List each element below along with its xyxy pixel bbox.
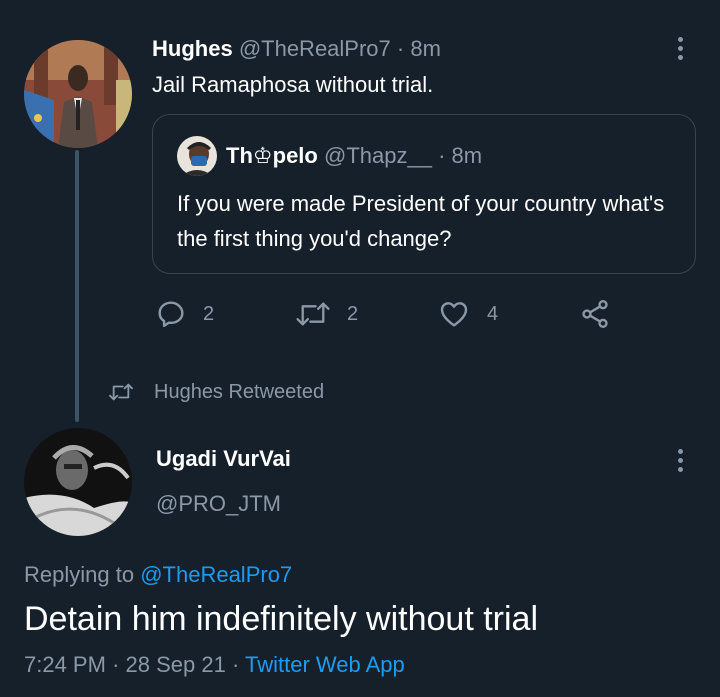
thread-line (75, 150, 79, 422)
quoted-author-handle: @Thapz__ (323, 143, 432, 168)
heart-icon (440, 302, 468, 327)
replying-to: Replying to @TheRealPro7 (24, 562, 292, 588)
tweet-header: Hughes @TheRealPro7 · 8m (152, 36, 441, 62)
share-icon (582, 300, 608, 328)
detail-tweet-text: Detain him indefinitely without trial (24, 600, 539, 638)
avatar-hughes[interactable] (24, 40, 132, 148)
author-handle[interactable]: @TheRealPro7 (239, 36, 391, 61)
action-bar: 2 2 4 (155, 296, 625, 332)
quoted-time: 8m (451, 143, 483, 168)
tweet-meta: 7:24 PM · 28 Sep 21 · Twitter Web App (24, 652, 405, 677)
retweet-icon (296, 302, 330, 326)
reply-count: 2 (203, 302, 215, 325)
quoted-header: Th♔pelo @Thapz__ · 8m (226, 143, 482, 169)
more-dots-icon (677, 36, 683, 42)
quoted-author-name: Th♔pelo (226, 143, 318, 168)
reply-button[interactable]: 2 (155, 296, 214, 332)
detail-author-handle[interactable]: @PRO_JTM (156, 491, 281, 517)
retweet-button[interactable]: 2 (295, 296, 358, 332)
crown-glyph: ♔ (252, 143, 273, 168)
like-button[interactable]: 4 (437, 296, 498, 332)
more-options-button[interactable] (668, 440, 692, 480)
share-button[interactable] (579, 296, 611, 332)
avatar-thapz (177, 136, 217, 176)
more-dots-icon (677, 448, 683, 454)
tweet-text: Jail Ramaphosa without trial. (152, 72, 434, 97)
separator-dot: · (396, 36, 405, 61)
avatar-ugadi[interactable] (24, 428, 132, 536)
detail-time[interactable]: 7:24 PM (24, 652, 106, 677)
detail-author-name[interactable]: Ugadi VurVai (156, 446, 291, 472)
separator-dot: · (438, 143, 446, 168)
reply-icon (158, 301, 184, 328)
more-options-button[interactable] (668, 28, 692, 68)
author-name[interactable]: Hughes (152, 36, 233, 61)
replying-prefix: Replying to (24, 562, 135, 587)
replying-handle-link[interactable]: @TheRealPro7 (140, 562, 292, 587)
retweet-icon (109, 383, 133, 401)
retweeted-label[interactable]: Hughes Retweeted (154, 381, 324, 404)
retweet-context: Hughes Retweeted (108, 378, 324, 406)
detail-date[interactable]: 28 Sep 21 (126, 652, 226, 677)
tweet-time[interactable]: 8m (410, 36, 441, 61)
quoted-text: If you were made President of your count… (177, 191, 665, 251)
retweet-count: 2 (347, 302, 359, 325)
like-count: 4 (487, 302, 499, 325)
source-link[interactable]: Twitter Web App (245, 652, 405, 677)
